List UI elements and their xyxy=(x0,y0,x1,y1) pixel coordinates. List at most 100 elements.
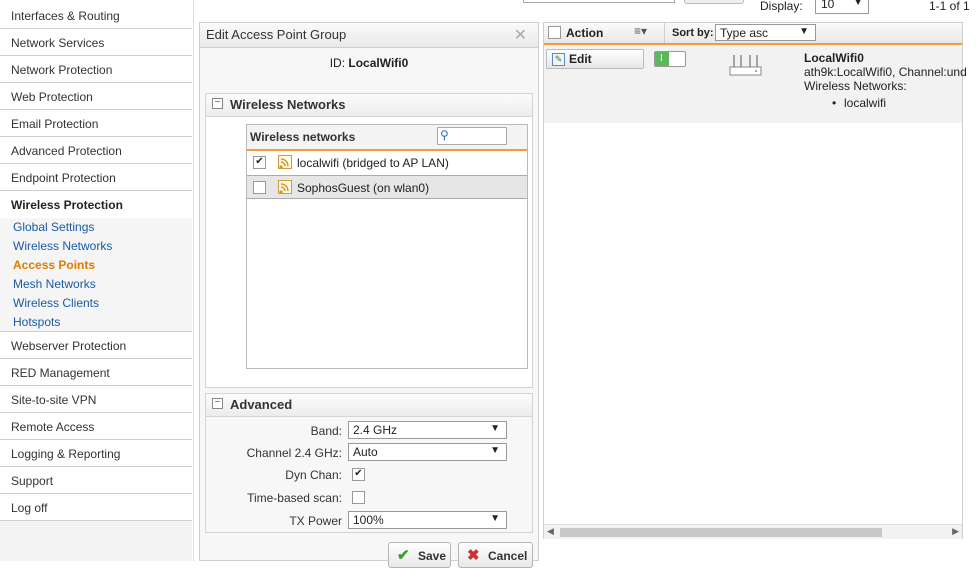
txpower-select[interactable]: 100% ▼ xyxy=(348,511,507,529)
subnav-item-access-points[interactable]: Access Points xyxy=(13,256,95,274)
access-point-icon xyxy=(729,55,762,76)
sidebar-item-webserver-protection[interactable]: Webserver Protection xyxy=(0,333,192,359)
sidebar-item-advanced-protection[interactable]: Advanced Protection xyxy=(0,138,192,164)
scrollbar-thumb[interactable] xyxy=(560,528,882,537)
sidebar: Interfaces & Routing Network Services Ne… xyxy=(0,0,194,561)
chevron-down-icon: ▼ xyxy=(490,423,500,434)
sidebar-item-interfaces-routing[interactable]: Interfaces & Routing xyxy=(0,3,192,29)
advanced-section-header[interactable]: − Advanced xyxy=(206,394,532,417)
chevron-down-icon: ▼ xyxy=(490,445,500,456)
timescan-row: Time-based scan: xyxy=(206,488,532,508)
wireless-networks-list-title: Wireless networks xyxy=(250,130,356,144)
top-toolbar: Display: 10 ▼ 1-1 of 1 xyxy=(523,0,976,18)
sidebar-item-logging-reporting[interactable]: Logging & Reporting xyxy=(0,441,192,467)
dialog-id: ID: LocalWifi0 xyxy=(200,56,538,70)
channel-label: Channel 2.4 GHz: xyxy=(246,446,342,460)
sidebar-item-remote-access[interactable]: Remote Access xyxy=(0,414,192,440)
enable-toggle[interactable]: I xyxy=(654,51,686,67)
cross-icon: ✖ xyxy=(467,547,480,564)
network-item: localwifi xyxy=(844,96,887,110)
horizontal-scrollbar[interactable]: ◀ ▶ xyxy=(544,524,962,539)
search-icon: ⚲ xyxy=(440,128,449,142)
dynchan-checkbox[interactable]: ✔ xyxy=(352,468,365,481)
network-checkbox[interactable]: ✔ xyxy=(253,156,266,169)
display-select-value: 10 xyxy=(821,0,835,11)
search-button[interactable] xyxy=(684,0,744,4)
search-field[interactable] xyxy=(523,0,675,3)
network-label: SophosGuest (on wlan0) xyxy=(297,181,430,195)
channel-select-value: Auto xyxy=(353,445,378,459)
sort-select[interactable]: Type asc ▼ xyxy=(715,24,816,41)
cancel-button[interactable]: ✖ Cancel xyxy=(458,542,533,568)
dialog-title: Edit Access Point Group xyxy=(206,27,347,42)
collapse-icon[interactable]: − xyxy=(212,398,223,409)
wireless-networks-section-header[interactable]: − Wireless Networks xyxy=(206,94,532,117)
subnav-item-global-settings[interactable]: Global Settings xyxy=(13,218,94,236)
wireless-networks-section: − Wireless Networks Wireless networks ⚲ … xyxy=(205,93,533,388)
sidebar-item-site-to-site-vpn[interactable]: Site-to-site VPN xyxy=(0,387,192,413)
access-point-list: Action ≡▾ Sort by: Type asc ▼ ✎ Edit I L… xyxy=(543,22,967,539)
select-all-checkbox[interactable] xyxy=(548,26,561,39)
display-select[interactable]: 10 ▼ xyxy=(815,0,869,14)
timescan-label: Time-based scan: xyxy=(247,491,342,505)
edit-icon: ✎ xyxy=(552,53,565,66)
close-icon[interactable]: ✕ xyxy=(514,25,527,45)
sidebar-item-red-management[interactable]: RED Management xyxy=(0,360,192,386)
advanced-section: − Advanced Band: 2.4 GHz ▼ Channel 2.4 G… xyxy=(205,393,533,533)
access-point-detail: ath9k:LocalWifi0, Channel:und xyxy=(804,65,967,79)
scroll-right-icon[interactable]: ▶ xyxy=(952,526,959,537)
advanced-section-title: Advanced xyxy=(230,397,293,412)
list-header: Action ≡▾ Sort by: Type asc ▼ xyxy=(544,23,962,44)
dynchan-row: Dyn Chan: ✔ xyxy=(206,465,532,485)
id-label: ID: xyxy=(329,56,346,70)
checkmark-icon: ✔ xyxy=(397,547,410,564)
txpower-row: TX Power 100% ▼ xyxy=(206,511,532,531)
pagination-range: 1-1 of 1 xyxy=(929,0,970,13)
chevron-down-icon: ▼ xyxy=(799,26,809,37)
subnav-item-wireless-networks[interactable]: Wireless Networks xyxy=(13,237,112,255)
toggle-on-icon: I xyxy=(660,53,663,64)
band-row: Band: 2.4 GHz ▼ xyxy=(206,421,532,441)
sidebar-item-network-protection[interactable]: Network Protection xyxy=(0,57,192,83)
subnav-item-mesh-networks[interactable]: Mesh Networks xyxy=(13,275,96,293)
filter-input[interactable]: ⚲ xyxy=(437,127,507,145)
dialog-titlebar: Edit Access Point Group ✕ xyxy=(200,23,538,48)
sidebar-item-network-services[interactable]: Network Services xyxy=(0,30,192,56)
sidebar-item-wireless-protection[interactable]: Wireless Protection xyxy=(0,192,192,218)
id-value: LocalWifi0 xyxy=(348,56,409,70)
wireless-subnav: Global Settings Wireless Networks Access… xyxy=(0,218,192,332)
list-view-icon[interactable]: ≡▾ xyxy=(634,24,647,38)
dynchan-label: Dyn Chan: xyxy=(285,468,342,482)
subnav-item-hotspots[interactable]: Hotspots xyxy=(13,313,60,331)
edit-access-point-group-dialog: Edit Access Point Group ✕ ID: LocalWifi0… xyxy=(199,22,539,568)
scroll-left-icon[interactable]: ◀ xyxy=(547,526,554,537)
wireless-networks-section-title: Wireless Networks xyxy=(230,97,346,112)
collapse-icon[interactable]: − xyxy=(212,98,223,109)
sidebar-item-support[interactable]: Support xyxy=(0,468,192,494)
wifi-icon xyxy=(278,180,292,194)
network-bullet: • xyxy=(832,96,837,110)
sidebar-item-log-off[interactable]: Log off xyxy=(0,495,192,521)
edit-button[interactable]: ✎ Edit xyxy=(546,49,644,69)
band-label: Band: xyxy=(310,424,342,438)
display-label: Display: xyxy=(760,0,803,13)
sidebar-item-email-protection[interactable]: Email Protection xyxy=(0,111,192,137)
subnav-item-wireless-clients[interactable]: Wireless Clients xyxy=(13,294,99,312)
list-item: ✎ Edit I LocalWifi0 ath9k:LocalWifi0, Ch… xyxy=(544,43,967,123)
wireless-network-row[interactable]: ✔ localwifi (bridged to AP LAN) xyxy=(247,151,527,175)
wireless-network-row[interactable]: SophosGuest (on wlan0) xyxy=(247,175,527,199)
band-select[interactable]: 2.4 GHz ▼ xyxy=(348,421,507,439)
sidebar-footer xyxy=(0,521,192,561)
chevron-down-icon: ▼ xyxy=(490,513,500,524)
channel-select[interactable]: Auto ▼ xyxy=(348,443,507,461)
txpower-select-value: 100% xyxy=(353,513,384,527)
sort-select-value: Type asc xyxy=(720,26,769,40)
sidebar-item-web-protection[interactable]: Web Protection xyxy=(0,84,192,110)
wireless-networks-list: Wireless networks ⚲ ✔ localwifi (bridged… xyxy=(246,124,528,369)
txpower-label: TX Power xyxy=(289,514,342,528)
timescan-checkbox[interactable] xyxy=(352,491,365,504)
sidebar-item-endpoint-protection[interactable]: Endpoint Protection xyxy=(0,165,192,191)
network-checkbox[interactable] xyxy=(253,181,266,194)
access-point-name: LocalWifi0 xyxy=(804,51,864,65)
save-button[interactable]: ✔ Save xyxy=(388,542,451,568)
